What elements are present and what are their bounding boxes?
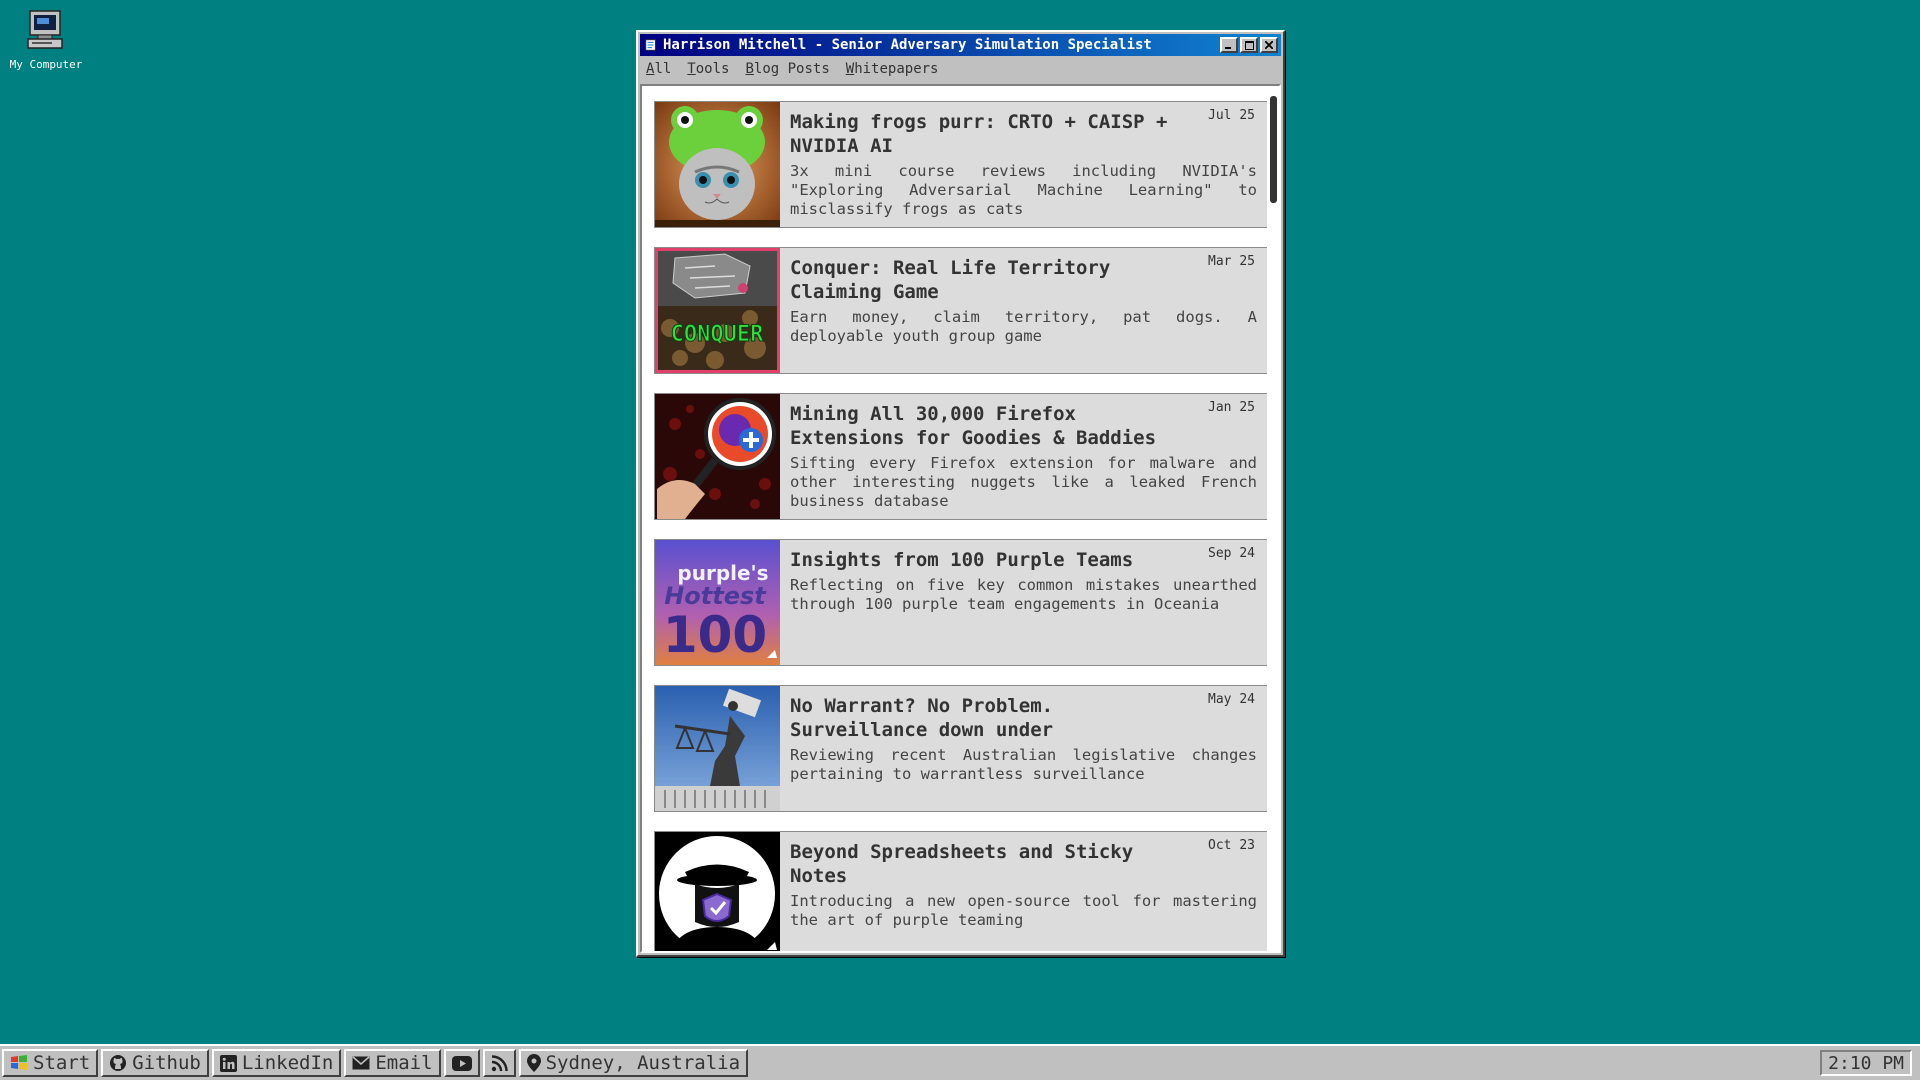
hottest-100-line-3: 100	[663, 606, 767, 664]
menu-blog-posts[interactable]: Blog Posts	[745, 61, 829, 77]
cat-in-frog-hat-image	[655, 102, 780, 227]
linkedin-icon	[219, 1054, 237, 1072]
post-description: Earn money, claim territory, pat dogs. A…	[790, 308, 1257, 345]
blog-window: Harrison Mitchell - Senior Adversary Sim…	[636, 30, 1285, 957]
github-label: Github	[132, 1052, 201, 1074]
post-card[interactable]: No Warrant? No Problem. Surveillance dow…	[654, 685, 1267, 812]
desktop-icon-label: My Computer	[9, 58, 83, 71]
firefox-magnifier-image	[655, 394, 780, 519]
post-card[interactable]: Beyond Spreadsheets and Sticky Notes Oct…	[654, 831, 1267, 951]
post-date: Oct 23	[1208, 838, 1255, 853]
close-icon	[1265, 41, 1273, 49]
vertical-scrollbar[interactable]	[1270, 88, 1277, 951]
close-button[interactable]	[1260, 37, 1278, 53]
window-app-icon	[643, 37, 659, 53]
post-title[interactable]: Beyond Spreadsheets and Sticky Notes	[790, 840, 1257, 888]
post-description: Introducing a new open-source tool for m…	[790, 892, 1257, 929]
desktop-icon-my-computer[interactable]: My Computer	[10, 8, 82, 71]
post-title[interactable]: Conquer: Real Life Territory Claiming Ga…	[790, 256, 1257, 304]
post-description: Sifting every Firefox extension for malw…	[790, 454, 1257, 510]
email-button[interactable]: Email	[344, 1049, 441, 1077]
rss-button[interactable]	[482, 1049, 516, 1077]
youtube-button[interactable]	[443, 1049, 480, 1077]
maximize-icon	[1244, 40, 1254, 50]
conquer-game-image: CONQUER	[655, 248, 780, 373]
menubar: All Tools Blog Posts Whitepapers	[640, 58, 1281, 80]
post-date: Sep 24	[1208, 546, 1255, 561]
post-list: Making frogs purr: CRTO + CAISP + NVIDIA…	[642, 86, 1267, 951]
location-label: Sydney, Australia	[545, 1052, 741, 1074]
email-label: Email	[375, 1052, 433, 1074]
post-title[interactable]: Mining All 30,000 Firefox Extensions for…	[790, 402, 1257, 450]
post-title[interactable]: No Warrant? No Problem. Surveillance dow…	[790, 694, 1257, 742]
window-title: Harrison Mitchell - Senior Adversary Sim…	[663, 37, 1152, 53]
post-description: Reviewing recent Australian legislative …	[790, 746, 1257, 783]
minimize-icon	[1225, 47, 1231, 49]
rss-icon	[491, 1054, 508, 1072]
menu-tools[interactable]: Tools	[687, 61, 729, 77]
surveillance-statue-image	[655, 686, 780, 811]
post-description: 3x mini course reviews including NVIDIA'…	[790, 162, 1257, 218]
envelope-icon	[352, 1056, 370, 1070]
start-button[interactable]: Start	[2, 1049, 99, 1077]
taskbar: Start Github LinkedIn Email Sydney, Aust…	[0, 1044, 1920, 1080]
post-date: Mar 25	[1208, 254, 1255, 269]
post-title[interactable]: Insights from 100 Purple Teams	[790, 548, 1257, 572]
scrollbar-thumb[interactable]	[1270, 96, 1277, 203]
github-icon	[109, 1054, 127, 1072]
post-card[interactable]: Mining All 30,000 Firefox Extensions for…	[654, 393, 1267, 520]
computer-icon	[27, 10, 63, 49]
minimize-button[interactable]	[1220, 37, 1238, 53]
post-card[interactable]: CONQUER Conquer: Real Life Territory Cla…	[654, 247, 1267, 374]
post-date: Jul 25	[1208, 108, 1255, 123]
post-description: Reflecting on five key common mistakes u…	[790, 576, 1257, 613]
purples-hottest-100-image: purple's Hottest 100	[655, 540, 780, 665]
taskbar-clock: 2:10 PM	[1820, 1050, 1912, 1076]
window-titlebar[interactable]: Harrison Mitchell - Senior Adversary Sim…	[640, 34, 1281, 56]
linkedin-label: LinkedIn	[241, 1052, 334, 1074]
windows-logo-icon	[10, 1055, 28, 1071]
linkedin-button[interactable]: LinkedIn	[211, 1049, 342, 1077]
post-date: May 24	[1208, 692, 1255, 707]
conquer-logo-text: CONQUER	[671, 322, 764, 347]
start-label: Start	[33, 1052, 91, 1074]
spy-shield-image	[655, 832, 780, 951]
github-button[interactable]: Github	[101, 1049, 209, 1077]
post-date: Jan 25	[1208, 400, 1255, 415]
location-pin-icon	[526, 1054, 541, 1072]
post-card[interactable]: purple's Hottest 100 Insights from 100 P…	[654, 539, 1267, 666]
menu-all[interactable]: All	[646, 61, 671, 77]
content-pane: Making frogs purr: CRTO + CAISP + NVIDIA…	[640, 84, 1281, 953]
post-title[interactable]: Making frogs purr: CRTO + CAISP + NVIDIA…	[790, 110, 1257, 158]
youtube-icon	[451, 1055, 472, 1071]
post-card[interactable]: Making frogs purr: CRTO + CAISP + NVIDIA…	[654, 101, 1267, 228]
menu-whitepapers[interactable]: Whitepapers	[846, 61, 939, 77]
maximize-button[interactable]	[1240, 37, 1258, 53]
location-button[interactable]: Sydney, Australia	[518, 1049, 749, 1077]
